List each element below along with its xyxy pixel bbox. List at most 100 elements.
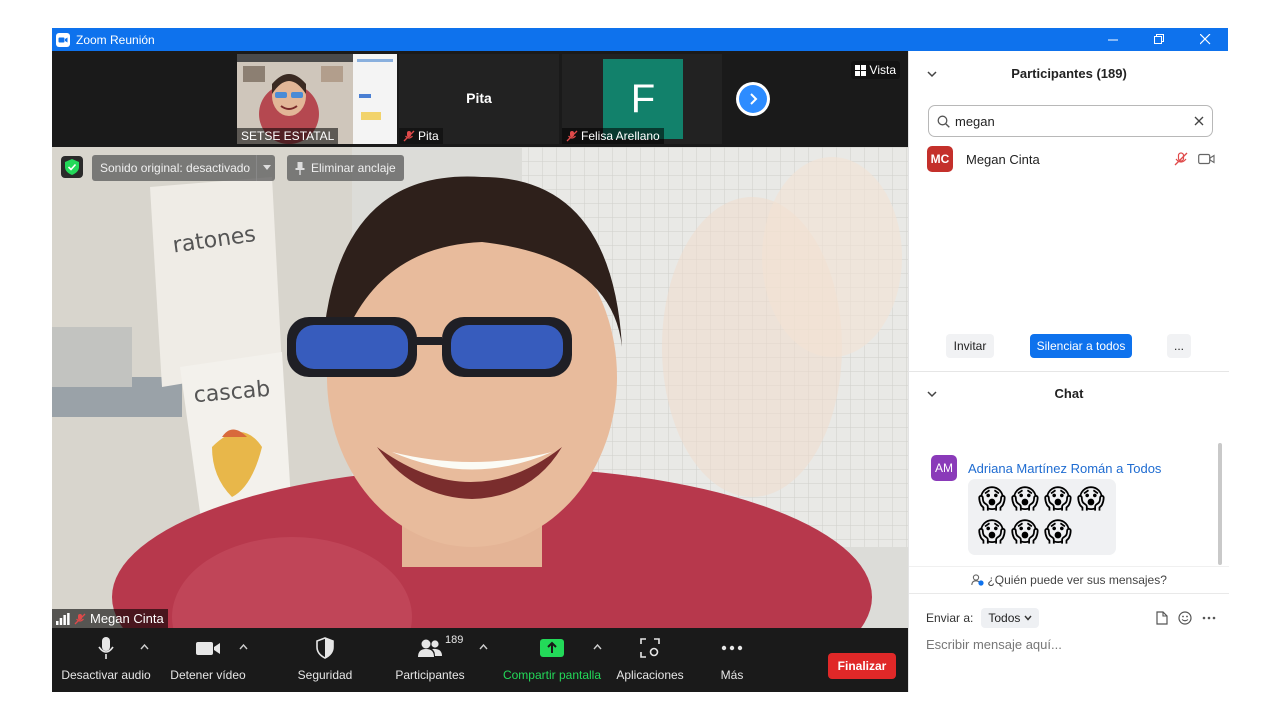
zoom-logo-icon xyxy=(56,32,70,47)
apps-button[interactable]: Aplicaciones xyxy=(614,628,686,692)
emoji: 😱 xyxy=(977,484,1007,515)
speaker-video-image: ratones cascab xyxy=(52,147,908,628)
original-sound-toggle[interactable]: Sonido original: desactivado xyxy=(92,155,276,181)
composer-divider xyxy=(909,593,1229,594)
encryption-shield-icon[interactable] xyxy=(61,156,83,178)
participants-more-button[interactable]: ... xyxy=(1167,334,1191,358)
close-window-button[interactable] xyxy=(1182,28,1228,51)
chat-title: Chat xyxy=(1054,385,1084,401)
security-button[interactable]: Seguridad xyxy=(288,628,362,692)
chat-message[interactable]: 😱 😱 😱 😱 😱 😱 😱 xyxy=(968,479,1116,555)
participants-panel-header: Participantes (189) xyxy=(909,53,1229,93)
chevron-right-icon xyxy=(750,93,758,105)
share-screen-button[interactable]: Compartir pantalla xyxy=(498,628,606,692)
video-camera-icon xyxy=(196,642,220,655)
avatar: AM xyxy=(931,455,957,481)
emoji: 😱 xyxy=(1043,517,1073,548)
emoji: 😱 xyxy=(1076,484,1106,515)
window-title: Zoom Reunión xyxy=(76,32,155,47)
avatar: MC xyxy=(927,146,953,172)
send-to-value: Todos xyxy=(988,611,1021,625)
chat-scrollbar[interactable] xyxy=(1218,443,1222,565)
avatar-initial: F xyxy=(630,76,656,121)
who-can-see-link[interactable]: ¿Quién puede ver sus mensajes? xyxy=(909,573,1229,587)
audio-options-caret[interactable] xyxy=(140,642,149,653)
view-label: Vista xyxy=(869,63,896,77)
avatar-tile: F xyxy=(603,59,683,139)
right-sidebar: Participantes (189) megan MC Megan Cinta xyxy=(908,51,1229,692)
grid-view-icon xyxy=(854,64,866,76)
share-screen-icon xyxy=(540,639,564,657)
emoji-icon[interactable] xyxy=(1178,611,1192,625)
end-meeting-button[interactable]: Finalizar xyxy=(828,653,896,679)
mic-muted-icon xyxy=(566,130,578,142)
invite-button[interactable]: Invitar xyxy=(946,334,994,358)
panel-divider xyxy=(909,371,1229,372)
view-button[interactable]: Vista xyxy=(850,61,900,79)
zoom-window: Zoom Reunión SETSE ESTATAL Pita Pita F F… xyxy=(52,28,1229,692)
thumb-felisa-arellano[interactable]: F Felisa Arellano xyxy=(562,54,722,144)
participant-row[interactable]: MC Megan Cinta xyxy=(927,146,1217,172)
stop-video-label: Detener vídeo xyxy=(170,668,246,682)
shield-icon xyxy=(316,637,334,659)
chat-sender[interactable]: Adriana Martínez Román a Todos xyxy=(968,461,1161,476)
mic-muted-icon[interactable] xyxy=(1174,152,1188,166)
caret-up-icon xyxy=(593,643,602,650)
unpin-label: Eliminar anclaje xyxy=(311,161,396,175)
participants-options-caret[interactable] xyxy=(479,642,488,653)
send-to-dropdown[interactable]: Todos xyxy=(981,608,1040,628)
mic-muted-icon xyxy=(74,613,86,624)
emoji: 😱 xyxy=(1010,484,1040,515)
speaker-name: Megan Cinta xyxy=(90,611,164,626)
caret-down-icon xyxy=(263,165,272,170)
chat-message-input[interactable]: Escribir mensaje aquí... xyxy=(926,637,1062,652)
collapse-chat-button[interactable] xyxy=(927,386,937,401)
send-to-label: Enviar a: xyxy=(926,611,974,625)
speaker-name-tag: Megan Cinta xyxy=(52,609,168,628)
mute-all-button[interactable]: Silenciar a todos xyxy=(1030,334,1132,358)
thumbnail-strip: SETSE ESTATAL Pita Pita F Felisa Arellan… xyxy=(52,51,908,147)
participants-button[interactable]: 189 Participantes xyxy=(392,628,468,692)
participant-name: Megan Cinta xyxy=(966,151,1040,167)
microphone-icon xyxy=(98,637,114,659)
next-page-button[interactable] xyxy=(736,82,770,116)
minimize-button[interactable] xyxy=(1090,28,1136,51)
participants-count: 189 xyxy=(445,634,464,646)
chat-divider xyxy=(909,566,1229,567)
original-sound-dropdown[interactable] xyxy=(256,155,272,181)
more-label: Más xyxy=(720,668,744,682)
search-value: megan xyxy=(955,113,995,129)
window-controls xyxy=(1090,28,1228,51)
close-icon xyxy=(1194,116,1204,126)
participants-title: Participantes (189) xyxy=(1011,65,1127,81)
more-dots-icon[interactable] xyxy=(1202,616,1216,620)
thumb-name: Pita xyxy=(418,129,439,143)
participant-search-input[interactable]: megan xyxy=(928,105,1213,137)
unpin-button[interactable]: Eliminar anclaje xyxy=(287,155,404,181)
who-can-see-label: ¿Quién puede ver sus mensajes? xyxy=(987,573,1167,587)
emoji: 😱 xyxy=(977,517,1007,548)
apps-icon xyxy=(640,638,660,658)
file-icon[interactable] xyxy=(1156,611,1168,625)
more-button[interactable]: Más xyxy=(708,628,756,692)
thumb-pita[interactable]: Pita Pita xyxy=(399,54,559,144)
share-options-caret[interactable] xyxy=(593,642,602,653)
signal-strength-icon xyxy=(56,612,70,625)
thumb-name: SETSE ESTATAL xyxy=(241,129,335,143)
mute-audio-button[interactable]: Desactivar audio xyxy=(61,628,151,692)
thumb-setse-estatal[interactable]: SETSE ESTATAL xyxy=(237,54,397,144)
meeting-toolbar: Desactivar audio Detener vídeo Seguridad… xyxy=(52,628,908,692)
restore-button[interactable] xyxy=(1136,28,1182,51)
restore-icon xyxy=(1153,34,1164,44)
chevron-down-icon xyxy=(927,391,937,398)
user-visibility-icon xyxy=(971,574,984,586)
caret-up-icon xyxy=(479,643,488,650)
send-to-row: Enviar a: Todos xyxy=(926,606,1216,630)
video-camera-icon[interactable] xyxy=(1198,153,1215,165)
emoji: 😱 xyxy=(1043,484,1073,515)
video-options-caret[interactable] xyxy=(239,642,248,653)
stop-video-button[interactable]: Detener vídeo xyxy=(164,628,252,692)
clear-search-button[interactable] xyxy=(1194,116,1204,126)
mute-audio-label: Desactivar audio xyxy=(61,668,151,682)
collapse-participants-button[interactable] xyxy=(927,66,937,81)
